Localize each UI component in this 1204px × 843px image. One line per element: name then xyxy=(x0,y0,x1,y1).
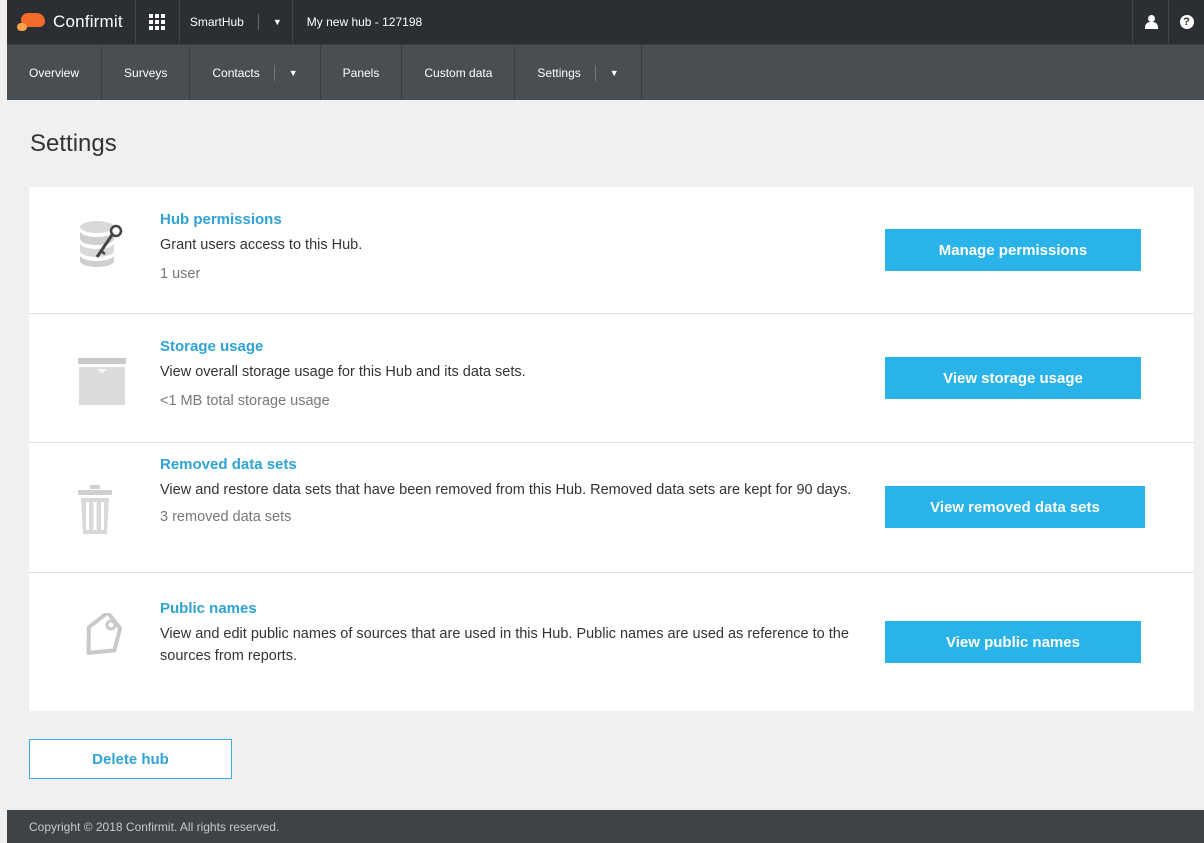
chevron-down-icon: ▼ xyxy=(272,17,282,27)
public-names-description: View and edit public names of sources th… xyxy=(160,626,849,664)
trash-icon xyxy=(77,483,113,544)
manage-permissions-button[interactable]: Manage permissions xyxy=(885,229,1141,271)
chevron-down-icon[interactable]: ▼ xyxy=(610,68,619,78)
grid-icon xyxy=(149,14,166,30)
removed-data-sets-description: View and restore data sets that have bee… xyxy=(160,482,852,498)
hub-permissions-description: Grant users access to this Hub. xyxy=(160,237,363,253)
hub-permissions-count: 1 user xyxy=(160,266,201,282)
confirmit-logo-icon xyxy=(17,11,47,33)
hub-type-label: SmartHub xyxy=(189,15,244,29)
view-public-names-button[interactable]: View public names xyxy=(885,621,1141,663)
storage-usage-link[interactable]: Storage usage xyxy=(160,337,870,357)
help-icon: ? xyxy=(1179,15,1194,29)
user-button[interactable] xyxy=(1132,0,1168,44)
hub-type-dropdown[interactable]: SmartHub ▼ xyxy=(180,0,293,44)
storage-usage-amount: <1 MB total storage usage xyxy=(160,393,330,409)
nav-panels[interactable]: Panels xyxy=(321,45,403,100)
view-removed-data-sets-button[interactable]: View removed data sets xyxy=(885,486,1145,528)
public-names-section: Public names View and edit public names … xyxy=(29,573,1194,711)
database-key-icon xyxy=(77,217,127,276)
chevron-down-icon[interactable]: ▼ xyxy=(289,68,298,78)
hub-name: My new hub - 127198 xyxy=(306,15,423,29)
footer: Copyright © 2018 Confirmit. All rights r… xyxy=(7,810,1204,843)
nav-overview[interactable]: Overview xyxy=(7,45,103,100)
top-bar: Confirmit SmartHub ▼ My new hub - 127198… xyxy=(7,0,1204,44)
help-button[interactable]: ? xyxy=(1168,0,1204,44)
hub-permissions-link[interactable]: Hub permissions xyxy=(160,210,870,230)
user-icon xyxy=(1144,15,1158,29)
copyright-text: Copyright © 2018 Confirmit. All rights r… xyxy=(29,819,280,834)
nav-custom-data[interactable]: Custom data xyxy=(402,45,516,100)
removed-data-sets-count: 3 removed data sets xyxy=(160,509,292,525)
main-nav: Overview Surveys Contacts ▼ Panels Custo… xyxy=(7,44,1204,100)
brand-logo[interactable]: Confirmit xyxy=(7,0,136,44)
hub-permissions-section: Hub permissions Grant users access to th… xyxy=(29,187,1194,314)
storage-usage-section: Storage usage View overall storage usage… xyxy=(29,314,1194,443)
public-names-link[interactable]: Public names xyxy=(160,599,870,619)
removed-data-sets-section: Removed data sets View and restore data … xyxy=(29,443,1194,573)
nav-settings[interactable]: Settings ▼ xyxy=(515,45,642,100)
page-title: Settings xyxy=(30,130,117,157)
storage-box-icon xyxy=(77,358,127,411)
nav-surveys[interactable]: Surveys xyxy=(102,45,191,100)
removed-data-sets-link[interactable]: Removed data sets xyxy=(160,455,870,475)
brand-name: Confirmit xyxy=(53,12,123,31)
view-storage-usage-button[interactable]: View storage usage xyxy=(885,357,1141,399)
apps-menu-button[interactable] xyxy=(136,0,180,44)
nav-contacts[interactable]: Contacts ▼ xyxy=(190,45,321,100)
settings-card: Hub permissions Grant users access to th… xyxy=(29,187,1194,711)
delete-hub-button[interactable]: Delete hub xyxy=(29,739,232,779)
storage-usage-description: View overall storage usage for this Hub … xyxy=(160,364,526,380)
tag-icon xyxy=(77,610,127,664)
